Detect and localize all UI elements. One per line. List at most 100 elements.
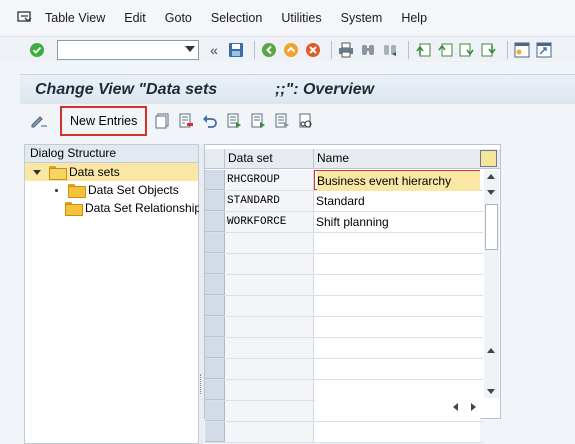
toolbar-separator xyxy=(408,40,409,59)
select-all-column-header[interactable] xyxy=(205,149,225,168)
row-selector[interactable] xyxy=(205,170,225,190)
row-selector[interactable] xyxy=(205,296,225,316)
scroll-page-up-icon[interactable] xyxy=(487,348,495,353)
exit-icon[interactable] xyxy=(282,41,300,59)
table-row-empty xyxy=(205,380,483,401)
find-next-icon[interactable] xyxy=(381,41,399,59)
data-set-cell xyxy=(225,401,314,421)
scroll-right-icon[interactable] xyxy=(471,403,476,411)
table-settings-icon[interactable] xyxy=(480,150,497,167)
scrollbar-thumb[interactable] xyxy=(485,204,498,250)
splitter-grip[interactable] xyxy=(200,374,202,394)
display-change-icon[interactable] xyxy=(30,112,48,130)
previous-page-icon[interactable] xyxy=(436,41,454,59)
name-cell xyxy=(314,254,480,274)
row-selector[interactable] xyxy=(205,380,225,400)
row-selector[interactable] xyxy=(205,191,225,211)
first-page-icon[interactable] xyxy=(414,41,432,59)
page-title: Change View "Data sets ;;": Overview xyxy=(35,80,375,98)
scroll-page-down-icon[interactable] xyxy=(487,190,495,195)
back-icon[interactable] xyxy=(260,41,278,59)
data-set-cell xyxy=(225,254,314,274)
column-header-name[interactable]: Name xyxy=(314,149,480,168)
table-row-empty xyxy=(205,275,483,296)
menu-utilities[interactable]: Utilities xyxy=(281,11,321,25)
shortcut-icon[interactable] xyxy=(535,41,553,59)
row-selector[interactable] xyxy=(205,401,225,421)
data-set-cell xyxy=(225,296,314,316)
menu-table-view[interactable]: Table View xyxy=(45,11,105,25)
save-icon[interactable] xyxy=(227,41,245,59)
select-all-icon[interactable] xyxy=(225,112,243,130)
table-row-empty xyxy=(205,296,483,317)
deselect-all-icon[interactable] xyxy=(273,112,291,130)
menu-goto[interactable]: Goto xyxy=(165,11,192,25)
name-input[interactable] xyxy=(317,171,480,191)
cancel-icon[interactable] xyxy=(304,41,322,59)
table-row: STANDARD xyxy=(205,191,483,212)
name-input[interactable] xyxy=(316,212,479,232)
last-page-icon[interactable] xyxy=(480,41,498,59)
menu-system[interactable]: System xyxy=(341,11,383,25)
data-set-cell: STANDARD xyxy=(225,191,314,211)
command-field-input[interactable] xyxy=(58,40,176,59)
name-cell xyxy=(314,296,480,316)
vertical-scrollbar[interactable] xyxy=(484,170,499,398)
row-selector[interactable] xyxy=(205,275,225,295)
horizontal-scrollbar[interactable] xyxy=(315,399,483,415)
double-chevron-left-icon[interactable]: « xyxy=(205,41,223,59)
data-set-cell xyxy=(225,338,314,358)
standard-toolbar: « xyxy=(0,37,575,62)
command-field[interactable] xyxy=(57,39,199,60)
system-menu-icon[interactable] xyxy=(17,11,37,25)
name-cell xyxy=(314,338,480,358)
menu-help[interactable]: Help xyxy=(401,11,427,25)
data-set-cell xyxy=(225,380,314,400)
tree-node-label: Data Set Relationships xyxy=(85,201,208,215)
menu-selection[interactable]: Selection xyxy=(211,11,262,25)
name-input[interactable] xyxy=(316,191,479,211)
data-set-cell xyxy=(225,359,314,379)
row-selector[interactable] xyxy=(205,254,225,274)
next-page-icon[interactable] xyxy=(458,41,476,59)
chevron-down-icon[interactable] xyxy=(185,45,195,52)
find-icon[interactable] xyxy=(359,41,377,59)
copy-as-icon[interactable] xyxy=(153,112,171,130)
scroll-down-icon[interactable] xyxy=(487,389,495,394)
table-row-empty xyxy=(205,422,483,443)
scroll-left-icon[interactable] xyxy=(453,403,458,411)
row-selector[interactable] xyxy=(205,422,225,442)
tree-node-data-set-objects[interactable]: Data Set Objects xyxy=(25,181,198,199)
open-folder-icon xyxy=(49,166,67,180)
data-set-cell xyxy=(225,422,314,442)
column-header-data-set[interactable]: Data set xyxy=(225,149,314,168)
row-selector[interactable] xyxy=(205,317,225,337)
enter-icon[interactable] xyxy=(28,41,46,59)
expand-arrow-icon[interactable] xyxy=(33,169,41,175)
data-set-cell xyxy=(225,233,314,253)
print-view-icon[interactable] xyxy=(297,112,315,130)
dialog-structure-panel: Dialog Structure Data sets Data Set Obje… xyxy=(24,144,207,444)
folder-icon xyxy=(65,202,83,216)
scroll-up-icon[interactable] xyxy=(487,174,495,179)
delete-icon[interactable] xyxy=(177,112,195,130)
name-cell xyxy=(314,170,480,191)
name-cell xyxy=(314,380,480,400)
new-entries-label: New Entries xyxy=(70,114,138,128)
data-set-cell xyxy=(225,275,314,295)
create-session-icon[interactable] xyxy=(513,41,531,59)
menu-bar: Table View Edit Goto Selection Utilities… xyxy=(0,0,575,37)
menu-edit[interactable]: Edit xyxy=(124,11,146,25)
tree-node-data-sets[interactable]: Data sets xyxy=(25,163,198,181)
print-icon[interactable] xyxy=(337,41,355,59)
select-block-icon[interactable] xyxy=(249,112,267,130)
table-row-empty xyxy=(205,317,483,338)
row-selector[interactable] xyxy=(205,233,225,253)
row-selector[interactable] xyxy=(205,359,225,379)
row-selector[interactable] xyxy=(205,212,225,232)
new-entries-button[interactable]: New Entries xyxy=(60,106,148,136)
table-row: RHCGROUP xyxy=(205,170,483,191)
undo-icon[interactable] xyxy=(201,112,219,130)
row-selector[interactable] xyxy=(205,338,225,358)
tree-node-data-set-relationships[interactable]: Data Set Relationships xyxy=(25,199,207,217)
